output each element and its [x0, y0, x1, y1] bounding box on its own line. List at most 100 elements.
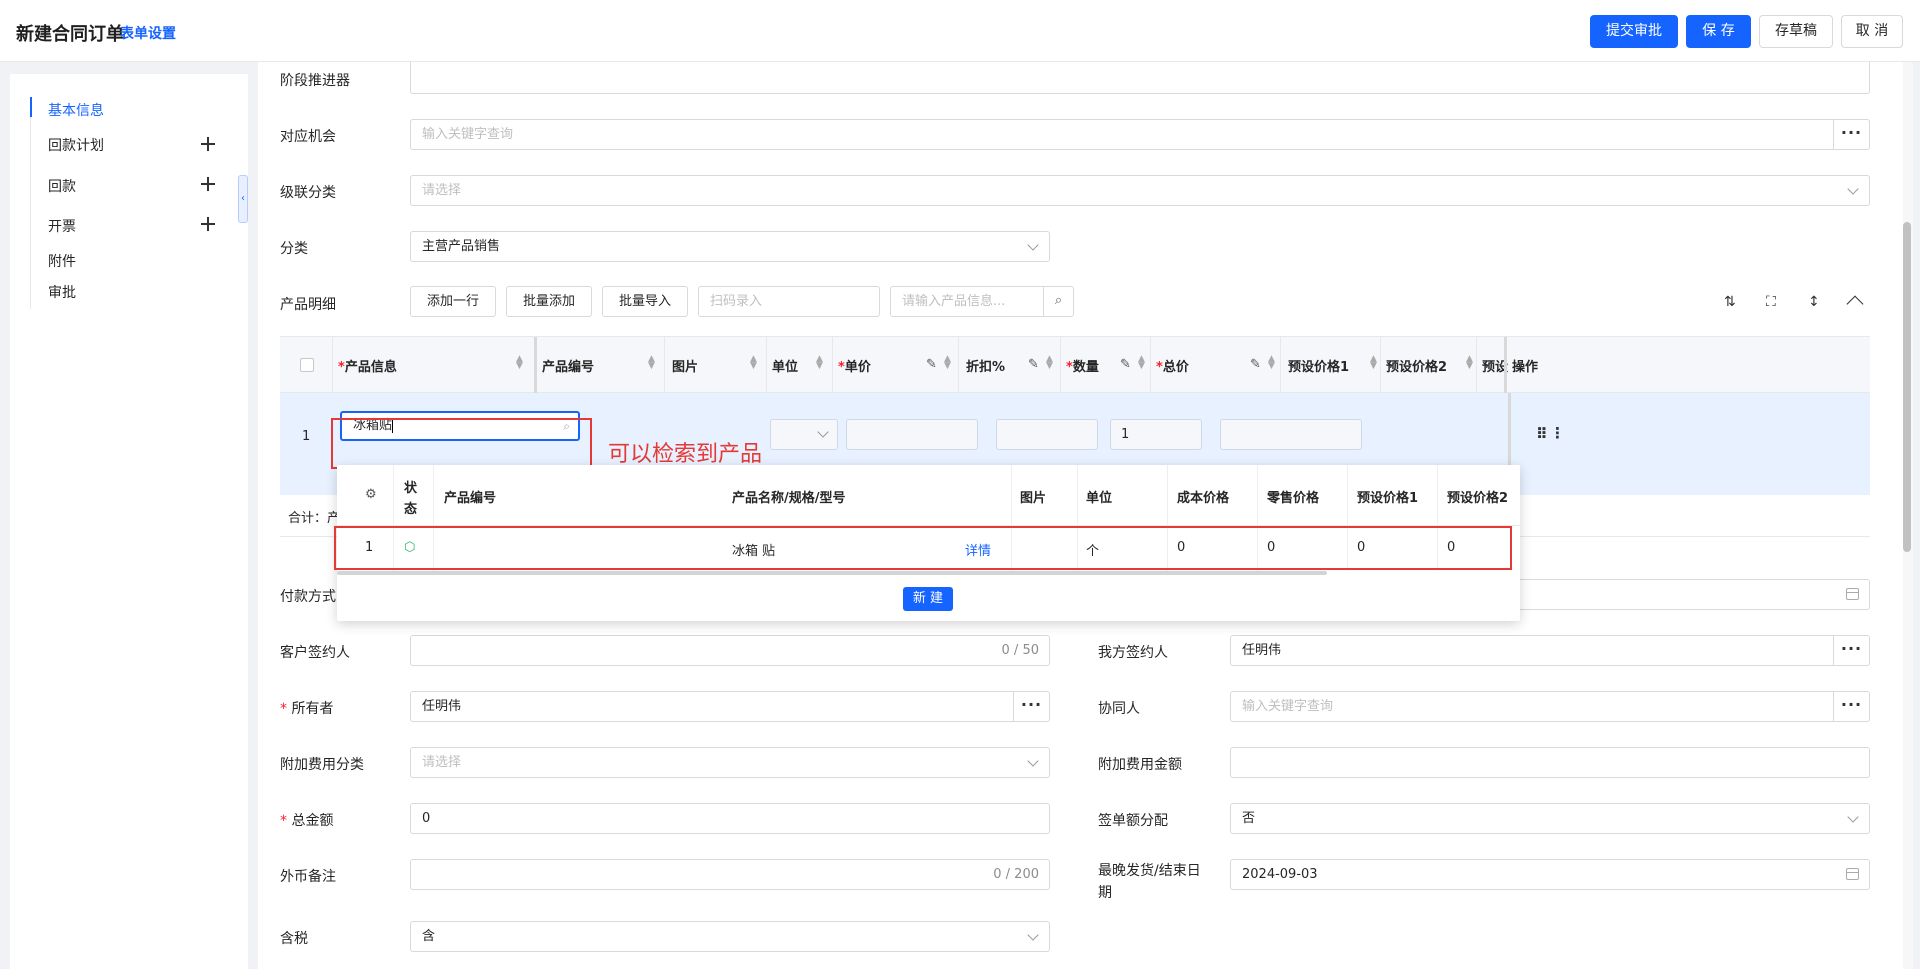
chevron-down-icon [1847, 183, 1859, 195]
col-divider [1380, 337, 1381, 394]
sort-icon[interactable]: ▲ ▼ [648, 355, 655, 371]
sort-icon[interactable]: ▲ ▼ [944, 355, 951, 371]
tax-select[interactable]: 含 [410, 921, 1050, 952]
total-amount-value: 0 [422, 811, 431, 826]
add-invoice-icon[interactable] [200, 216, 216, 232]
sort-icon[interactable]: ▲ ▼ [1268, 355, 1275, 371]
sign-distribution-select[interactable]: 否 [1230, 803, 1870, 834]
section-nav: 基本信息 回款计划 回款 开票 附件 审批 [10, 74, 248, 969]
sort-icon[interactable]: ▲ ▼ [1046, 355, 1053, 371]
nav-item-payment-plan[interactable]: 回款计划 [48, 135, 104, 155]
add-payment-icon[interactable] [200, 176, 216, 192]
more-icon[interactable]: ··· [1013, 692, 1049, 721]
batch-import-button[interactable]: 批量导入 [602, 286, 688, 317]
stage-field[interactable] [410, 62, 1870, 94]
unit-select[interactable] [770, 419, 838, 450]
customer-signer-label: 客户签约人 [280, 645, 350, 661]
collapse-sidebar-icon[interactable]: ‹ [238, 175, 248, 223]
opportunity-input[interactable]: 输入关键字查询 ··· [410, 119, 1870, 150]
customer-signer-input[interactable]: 0 / 50 [410, 635, 1050, 666]
extra-fee-amount-input[interactable] [1230, 747, 1870, 778]
collaborator-label: 协同人 [1098, 701, 1140, 717]
payment-label: 付款方式 [280, 589, 336, 605]
edit-icon[interactable]: ✎ [1028, 357, 1039, 372]
nav-item-payment[interactable]: 回款 [48, 176, 76, 196]
total-amount-input[interactable]: 0 [410, 803, 1050, 834]
header-quantity: 数量 [1072, 360, 1099, 375]
header-unit: 单位 [772, 360, 799, 375]
edit-icon[interactable]: ✎ [926, 357, 937, 372]
quantity-input[interactable]: 1 [1110, 419, 1202, 450]
header-discount: 折扣% [966, 360, 1006, 375]
select-all-checkbox[interactable] [300, 358, 314, 372]
more-icon[interactable]: ··· [1833, 120, 1869, 149]
latest-date-label: 最晚发货/结束日 期 [1098, 860, 1201, 904]
sign-distribution-label: 签单额分配 [1098, 813, 1168, 829]
nav-item-invoice[interactable]: 开票 [48, 216, 76, 236]
add-row-button[interactable]: 添加一行 [410, 286, 496, 317]
nav-divider [30, 117, 31, 309]
more-icon[interactable]: ··· [1833, 636, 1869, 665]
form-setting-link[interactable]: 表单设置 [120, 23, 176, 43]
sort-icon[interactable]: ▲ ▼ [1466, 355, 1473, 371]
header-product-code: 产品编号 [542, 360, 595, 375]
category-select[interactable]: 主营产品销售 [410, 231, 1050, 262]
extra-fee-amount-label: 附加费用金额 [1098, 757, 1182, 773]
settings-gear-icon[interactable]: ⚙ [365, 487, 377, 502]
header-image: 图片 [1020, 491, 1047, 506]
header-total: 总价 [1162, 360, 1189, 375]
owner-input[interactable]: 任明伟 ··· [410, 691, 1050, 722]
sort-icon[interactable]: ▲ ▼ [750, 355, 757, 371]
unit-price-input[interactable] [846, 419, 978, 450]
sort-icon[interactable]: ▲ ▼ [1138, 355, 1145, 371]
more-icon[interactable]: ··· [1833, 692, 1869, 721]
save-draft-button[interactable]: 存草稿 [1759, 15, 1833, 48]
extra-fee-category-select[interactable]: 请选择 [410, 747, 1050, 778]
latest-date-value: 2024-09-03 [1242, 867, 1318, 882]
col-divider [1504, 337, 1507, 394]
total-input[interactable] [1220, 419, 1362, 450]
nav-item-approval[interactable]: 审批 [48, 282, 76, 302]
cascade-placeholder: 请选择 [422, 183, 462, 198]
latest-date-input[interactable]: 2024-09-03 [1230, 859, 1870, 890]
row-height-icon[interactable]: ⇅ [1724, 294, 1736, 310]
add-payment-plan-icon[interactable] [200, 136, 216, 152]
scan-input[interactable]: 扫码录入 [698, 286, 880, 317]
edit-icon[interactable]: ✎ [1120, 357, 1131, 372]
sort-icon[interactable]: ▲ ▼ [816, 355, 823, 371]
col-divider [534, 337, 537, 394]
header-status-line1: 状 [404, 481, 418, 496]
drag-handle-icon[interactable]: ⠿ [1536, 425, 1548, 443]
more-vertical-icon[interactable]: ⋮ [1550, 424, 1565, 442]
foreign-note-input[interactable]: 0 / 200 [410, 859, 1050, 890]
sort-icon[interactable]: ▲ ▼ [516, 355, 523, 371]
search-icon[interactable]: ⌕ [1043, 287, 1073, 316]
col-divider [1150, 337, 1151, 394]
nav-item-basic-info[interactable]: 基本信息 [48, 100, 104, 120]
sort-icon[interactable]: ▲ ▼ [1370, 355, 1377, 371]
submit-approval-button[interactable]: 提交审批 [1590, 15, 1678, 48]
new-product-button[interactable]: 新 建 [903, 587, 953, 611]
sign-distribution-value: 否 [1242, 811, 1256, 826]
cascade-select[interactable]: 请选择 [410, 175, 1870, 206]
cancel-button[interactable]: 取 消 [1841, 15, 1903, 48]
batch-add-button[interactable]: 批量添加 [506, 286, 592, 317]
discount-input[interactable] [996, 419, 1098, 450]
product-search-input[interactable]: 请输入产品信息... ⌕ [890, 286, 1074, 317]
chevron-down-icon [1027, 755, 1039, 767]
header-preset2: 预设价格2 [1386, 360, 1448, 375]
page-scrollbar-thumb[interactable] [1903, 222, 1911, 552]
expand-vertical-icon[interactable]: ↕ [1808, 294, 1820, 310]
row-index: 1 [302, 429, 311, 444]
save-button[interactable]: 保 存 [1686, 15, 1751, 48]
col-divider [332, 337, 333, 394]
dropdown-scrollbar[interactable] [337, 571, 1327, 575]
collaborator-input[interactable]: 输入关键字查询 ··· [1230, 691, 1870, 722]
our-signer-input[interactable]: 任明伟 ··· [1230, 635, 1870, 666]
latest-date-label-line1: 最晚发货/结束日 [1098, 863, 1201, 879]
collapse-up-icon[interactable] [1846, 295, 1864, 313]
edit-icon[interactable]: ✎ [1250, 357, 1261, 372]
calendar-icon [1846, 868, 1859, 880]
fullscreen-icon[interactable]: ⛶ [1766, 294, 1776, 310]
nav-item-attachment[interactable]: 附件 [48, 251, 76, 271]
